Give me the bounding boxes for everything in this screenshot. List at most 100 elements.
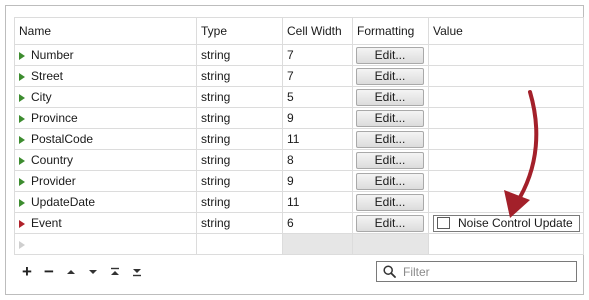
type-cell[interactable]: string [196,149,283,171]
table-row[interactable]: Number string 7 Edit... [14,44,584,66]
new-row[interactable] [14,233,584,255]
column-header-value[interactable]: Value [428,17,584,45]
attribute-marker-icon [19,199,25,207]
name-cell[interactable]: Number [14,44,197,66]
attribute-name: Country [31,153,74,167]
attribute-marker-icon [19,94,25,102]
column-header-type[interactable]: Type [196,17,283,45]
attribute-name: Number [31,48,74,62]
formatting-cell: Edit... [352,170,429,192]
attribute-name: UpdateDate [31,195,96,209]
value-cell: Noise Control Update [428,212,584,234]
cell-width-cell[interactable]: 9 [282,170,353,192]
cell-width-cell[interactable]: 11 [282,128,353,150]
edit-formatting-button[interactable]: Edit... [356,214,424,232]
move-to-top-icon [111,267,119,275]
type-cell[interactable]: string [196,128,283,150]
table-row[interactable]: Street string 7 Edit... [14,65,584,87]
remove-attribute-button[interactable]: − [38,262,60,281]
value-cell[interactable] [428,149,584,171]
plus-icon: + [22,262,32,281]
value-cell[interactable] [428,44,584,66]
new-row-cell-width-cell [282,233,353,255]
attribute-table-panel: Name Type Cell Width Formatting Value Nu… [5,5,584,295]
table-row[interactable]: PostalCode string 11 Edit... [14,128,584,150]
type-cell[interactable]: string [196,107,283,129]
value-text: Noise Control Update [458,216,573,230]
type-cell[interactable]: string [196,212,283,234]
type-cell[interactable]: string [196,170,283,192]
arrow-down-icon [89,270,97,274]
value-cell[interactable] [428,170,584,192]
new-row-value-cell[interactable] [428,233,584,255]
edit-formatting-button[interactable]: Edit... [356,172,424,190]
value-cell[interactable] [428,107,584,129]
new-row-name-cell[interactable] [14,233,197,255]
attribute-marker-icon [19,115,25,123]
edit-formatting-button[interactable]: Edit... [356,88,424,106]
move-to-bottom-button[interactable] [126,263,148,281]
edit-formatting-button[interactable]: Edit... [356,109,424,127]
column-header-cell-width[interactable]: Cell Width [282,17,353,45]
cell-width-cell[interactable]: 11 [282,191,353,213]
move-to-bottom-icon [133,269,141,277]
add-attribute-button[interactable]: + [16,262,38,281]
cell-width-cell[interactable]: 7 [282,44,353,66]
cell-width-cell[interactable]: 8 [282,149,353,171]
move-up-button[interactable] [60,263,82,281]
name-cell[interactable]: Country [14,149,197,171]
type-cell[interactable]: string [196,191,283,213]
type-cell[interactable]: string [196,44,283,66]
cell-width-cell[interactable]: 6 [282,212,353,234]
name-cell[interactable]: Street [14,65,197,87]
filter-box [376,261,577,282]
attribute-name: Street [31,69,64,83]
table-row[interactable]: Province string 9 Edit... [14,107,584,129]
type-cell[interactable]: string [196,86,283,108]
formatting-cell: Edit... [352,65,429,87]
attribute-name: City [31,90,52,104]
edit-formatting-button[interactable]: Edit... [356,193,424,211]
attribute-marker-icon [19,136,25,144]
name-cell[interactable]: UpdateDate [14,191,197,213]
column-header-name[interactable]: Name [14,17,197,45]
attribute-marker-icon [19,178,25,186]
filter-input[interactable] [403,264,563,279]
cell-width-cell[interactable]: 9 [282,107,353,129]
attribute-name: Province [31,111,78,125]
name-cell[interactable]: City [14,86,197,108]
name-cell[interactable]: PostalCode [14,128,197,150]
value-cell[interactable] [428,128,584,150]
name-cell[interactable]: Event [14,212,197,234]
edit-formatting-button[interactable]: Edit... [356,151,424,169]
new-row-formatting-cell [352,233,429,255]
column-header-formatting[interactable]: Formatting [352,17,429,45]
formatting-cell: Edit... [352,107,429,129]
edit-formatting-button[interactable]: Edit... [356,46,424,64]
table-row[interactable]: Country string 8 Edit... [14,149,584,171]
name-cell[interactable]: Province [14,107,197,129]
edit-formatting-button[interactable]: Edit... [356,130,424,148]
value-cell[interactable] [428,191,584,213]
formatting-cell: Edit... [352,44,429,66]
table-row[interactable]: UpdateDate string 11 Edit... [14,191,584,213]
edit-formatting-button[interactable]: Edit... [356,67,424,85]
table-row[interactable]: Event string 6 Edit... Noise Control Upd… [14,212,584,234]
value-checkbox[interactable] [437,217,450,229]
name-cell[interactable]: Provider [14,170,197,192]
value-cell[interactable] [428,65,584,87]
value-input[interactable]: Noise Control Update [433,214,580,232]
table-toolbar: + − [16,262,148,282]
table-row[interactable]: City string 5 Edit... [14,86,584,108]
new-row-type-cell[interactable] [196,233,283,255]
type-cell[interactable]: string [196,65,283,87]
cell-width-cell[interactable]: 5 [282,86,353,108]
value-cell[interactable] [428,86,584,108]
move-to-top-button[interactable] [104,263,126,281]
cell-width-cell[interactable]: 7 [282,65,353,87]
move-down-button[interactable] [82,263,104,281]
attribute-marker-icon [19,73,25,81]
formatting-cell: Edit... [352,128,429,150]
attribute-name: Event [31,216,62,230]
table-row[interactable]: Provider string 9 Edit... [14,170,584,192]
